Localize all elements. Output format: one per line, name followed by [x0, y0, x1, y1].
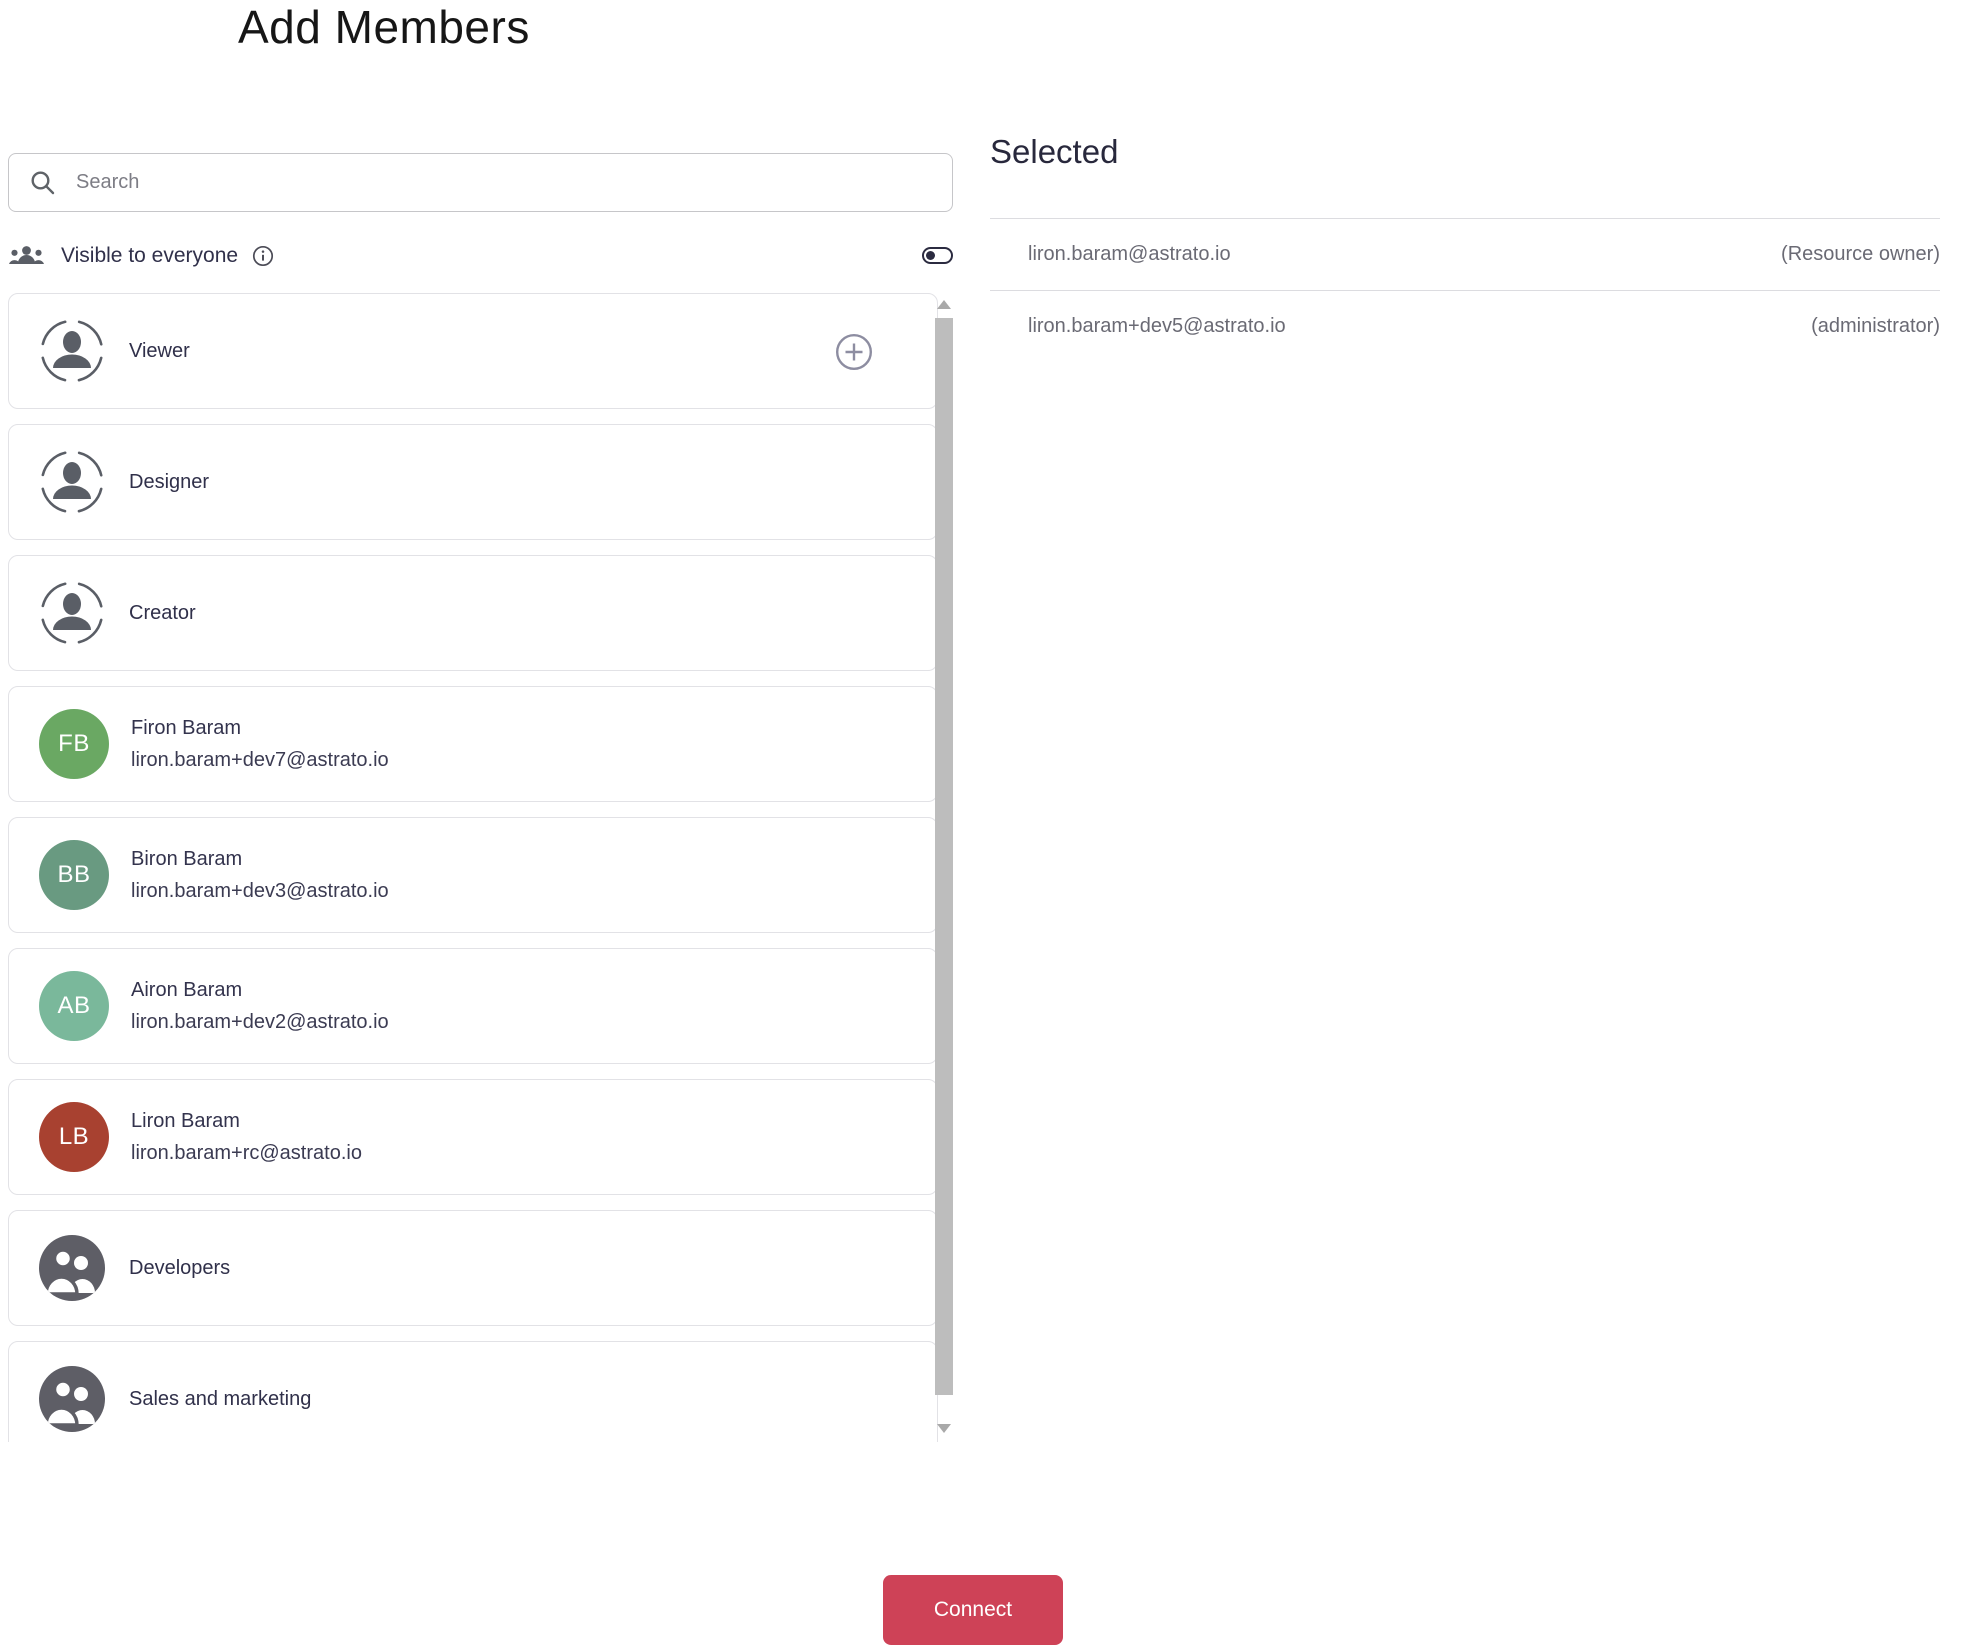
people-group-icon	[8, 244, 45, 269]
selected-role: (administrator)	[1811, 315, 1940, 337]
list-item-group[interactable]: Sales and marketing	[8, 1341, 938, 1442]
list-item-user[interactable]: AB Airon Baram liron.baram+dev2@astrato.…	[8, 948, 938, 1064]
selected-list: liron.baram@astrato.io (Resource owner) …	[990, 218, 1940, 362]
selected-item: liron.baram@astrato.io (Resource owner)	[990, 218, 1940, 290]
avatar: BB	[39, 840, 109, 910]
list-item-role-designer[interactable]: Designer	[8, 424, 938, 540]
people-filled-circle-icon	[39, 1366, 105, 1432]
toggle-knob	[926, 251, 935, 260]
avatar: FB	[39, 709, 109, 779]
user-email: liron.baram+dev7@astrato.io	[131, 749, 389, 771]
role-label: Designer	[129, 470, 210, 493]
list-item-user[interactable]: BB Biron Baram liron.baram+dev3@astrato.…	[8, 817, 938, 933]
role-label: Creator	[129, 601, 196, 624]
selected-email: liron.baram+dev5@astrato.io	[1028, 315, 1286, 337]
selected-item: liron.baram+dev5@astrato.io (administrat…	[990, 290, 1940, 362]
list-item-role-creator[interactable]: Creator	[8, 555, 938, 671]
info-icon[interactable]	[252, 245, 274, 267]
connect-button[interactable]: Connect	[883, 1575, 1063, 1645]
role-label: Viewer	[129, 339, 190, 362]
list-item-user[interactable]: LB Liron Baram liron.baram+rc@astrato.io	[8, 1079, 938, 1195]
visibility-label: Visible to everyone	[61, 244, 239, 267]
visibility-row: Visible to everyone	[8, 240, 953, 272]
user-email: liron.baram+dev2@astrato.io	[131, 1011, 389, 1033]
visibility-toggle[interactable]	[922, 247, 953, 264]
user-name: Firon Baram	[131, 717, 242, 739]
search-icon	[29, 169, 56, 196]
user-email: liron.baram+dev3@astrato.io	[131, 880, 389, 902]
avatar: AB	[39, 971, 109, 1041]
user-email: liron.baram+rc@astrato.io	[131, 1142, 362, 1164]
person-dashed-circle-icon	[39, 580, 105, 646]
selected-panel: Selected liron.baram@astrato.io (Resourc…	[990, 130, 1940, 362]
triangle-down-icon[interactable]	[937, 1424, 951, 1433]
list-item-group[interactable]: Developers	[8, 1210, 938, 1326]
selected-heading: Selected	[990, 133, 1119, 170]
list-item-role-viewer[interactable]: Viewer	[8, 293, 938, 409]
person-dashed-circle-icon	[39, 318, 105, 384]
user-name: Airon Baram	[131, 979, 243, 1001]
scrollbar[interactable]	[935, 293, 953, 1442]
group-label: Developers	[129, 1256, 231, 1279]
search-input[interactable]	[74, 170, 934, 195]
user-name: Liron Baram	[131, 1110, 240, 1132]
members-picker-panel: Visible to everyone	[8, 153, 953, 1442]
avatar: LB	[39, 1102, 109, 1172]
people-filled-circle-icon	[39, 1235, 105, 1301]
add-icon[interactable]	[834, 332, 874, 372]
list-item-user[interactable]: FB Firon Baram liron.baram+dev7@astrato.…	[8, 686, 938, 802]
person-dashed-circle-icon	[39, 449, 105, 515]
search-box	[8, 153, 953, 212]
selected-email: liron.baram@astrato.io	[1028, 243, 1231, 265]
scrollbar-thumb[interactable]	[935, 318, 953, 1395]
selected-role: (Resource owner)	[1781, 243, 1940, 265]
triangle-up-icon[interactable]	[937, 300, 951, 309]
user-name: Biron Baram	[131, 848, 243, 870]
group-label: Sales and marketing	[129, 1387, 312, 1410]
members-list: Viewer Designer Creator FB Firon Baram l…	[8, 293, 953, 1442]
page-title: Add Members	[238, 1, 530, 53]
